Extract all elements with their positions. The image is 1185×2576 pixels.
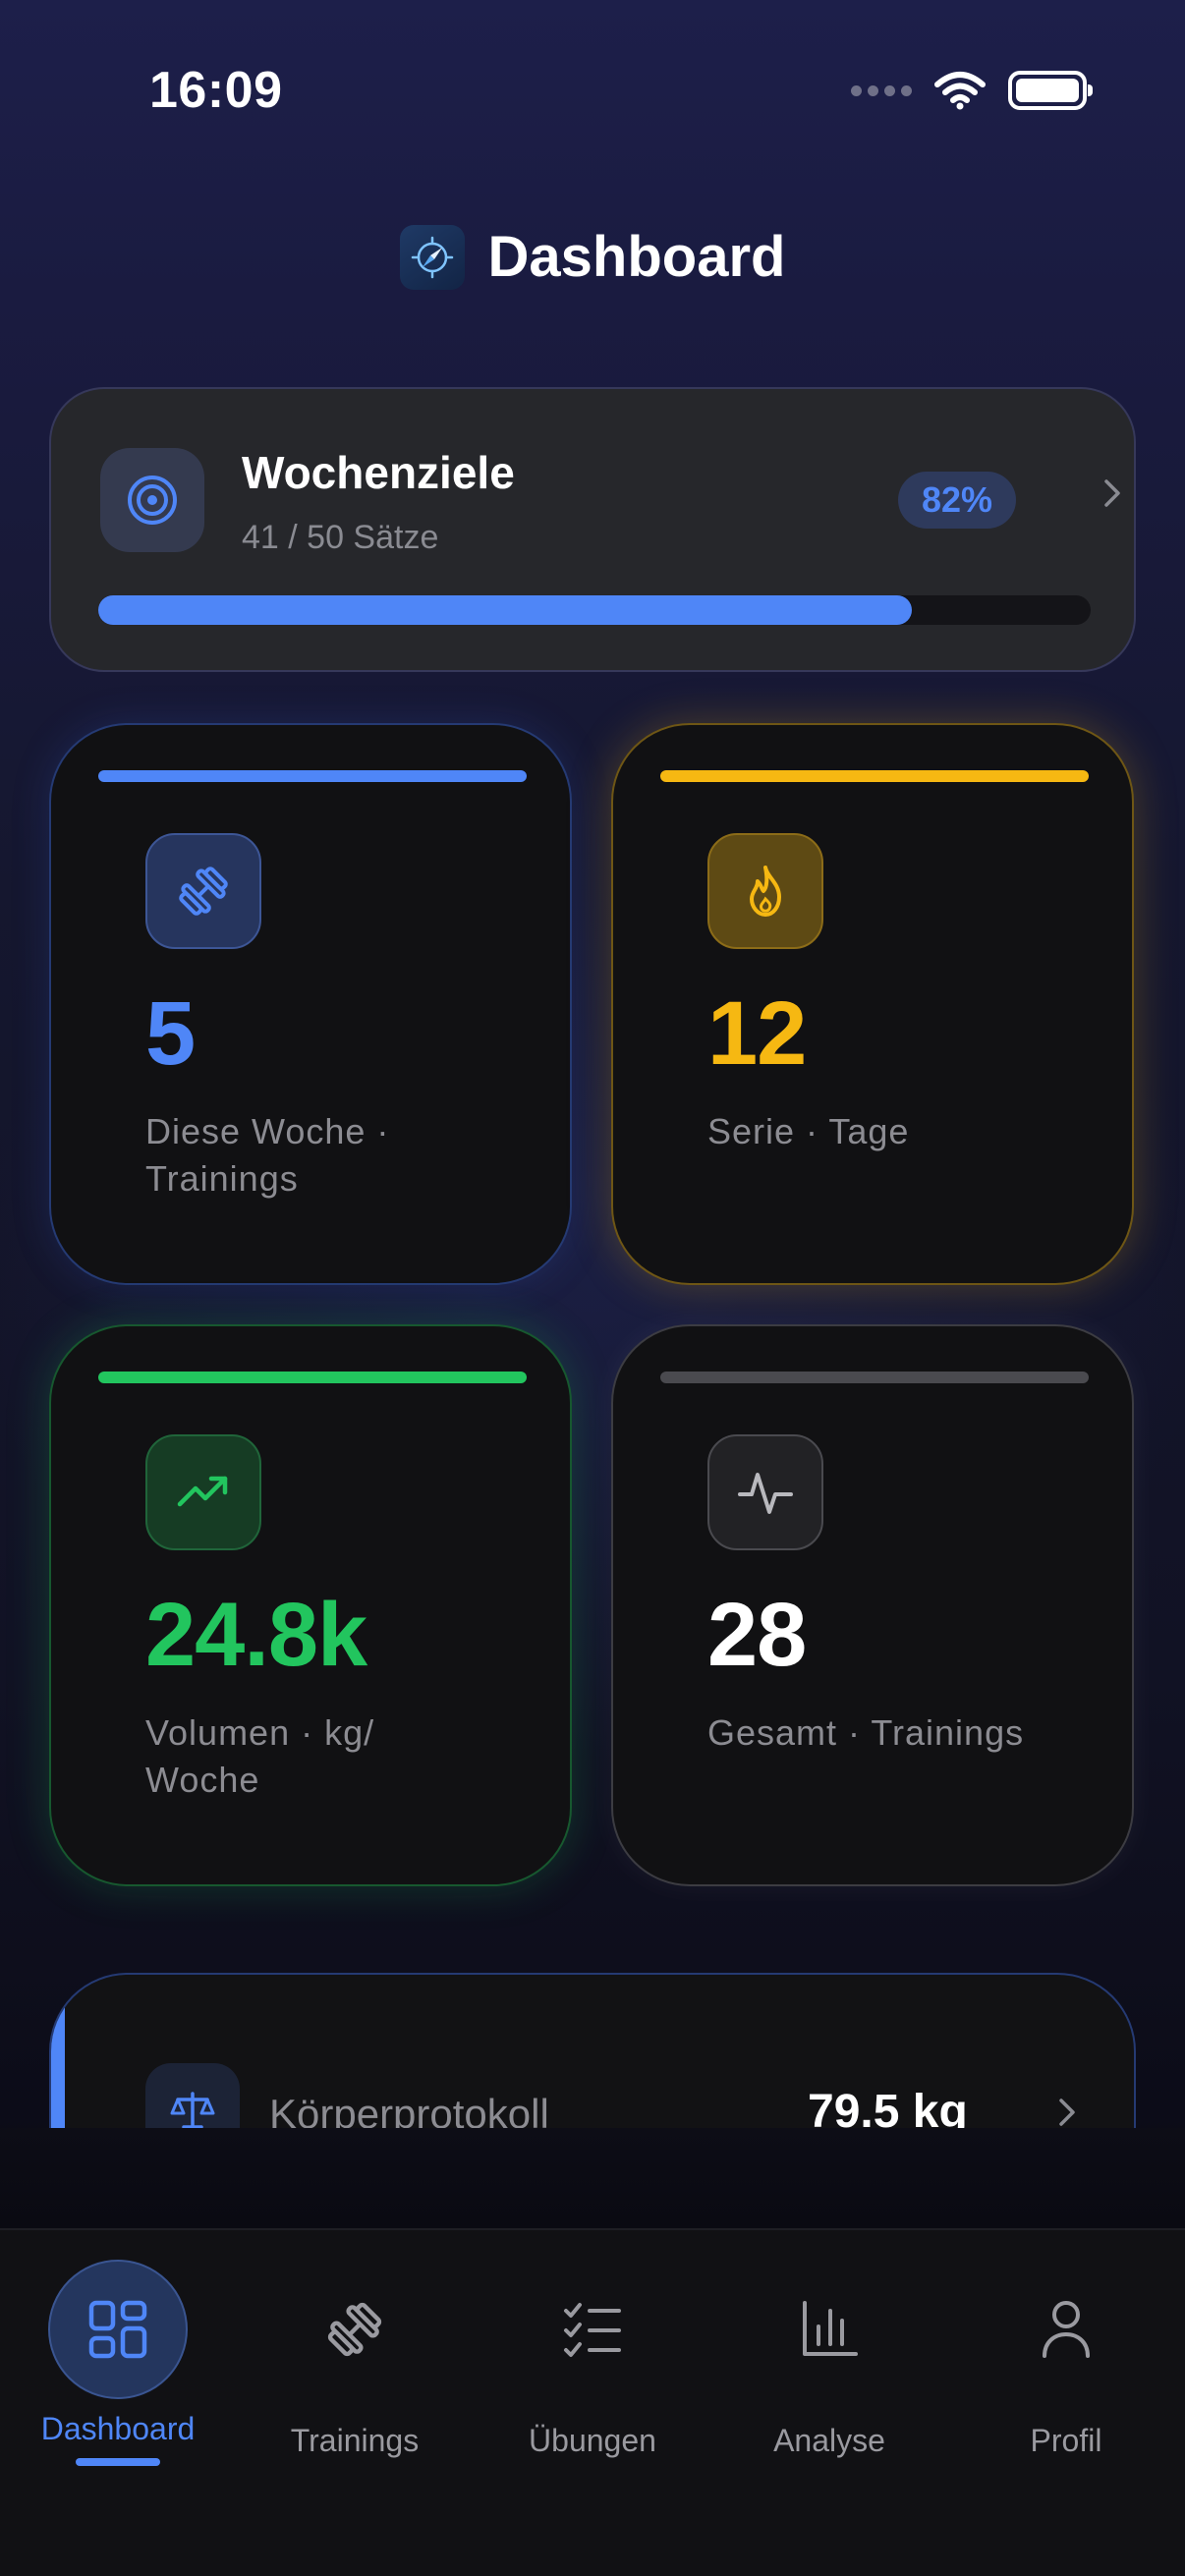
tab-label: Analyse — [773, 2423, 885, 2458]
compass-icon — [399, 224, 465, 290]
content-fade — [0, 2128, 1185, 2228]
tab-label: Profil — [1030, 2423, 1102, 2458]
body-log-label: Körperprotokoll — [269, 2091, 549, 2128]
tab-trainings[interactable]: Trainings — [237, 2230, 473, 2486]
stat-card-volume[interactable]: 24.8k Volumen · kg/ Woche — [49, 1324, 572, 1886]
weekly-goals-title: Wochenziele — [242, 447, 515, 498]
page-title: Dashboard — [487, 225, 786, 289]
weekly-goals-card[interactable]: Wochenziele 41 / 50 Sätze 82% — [49, 387, 1136, 672]
tab-label: Dashboard — [40, 2411, 196, 2446]
weekly-goals-progress-fill — [98, 595, 913, 625]
body-log-card[interactable]: Körperprotokoll 79.5 kg — [49, 1973, 1136, 2128]
status-icons — [851, 71, 1093, 110]
page-header: Dashboard — [0, 224, 1185, 290]
stat-value: 24.8k — [145, 1585, 367, 1685]
cellular-signal-icon — [851, 84, 912, 96]
target-icon — [100, 448, 204, 552]
stat-accent-bar — [660, 770, 1089, 782]
dumbbell-icon — [145, 833, 261, 949]
dumbbell-icon — [285, 2260, 424, 2399]
stat-label: Volumen · kg/ Woche — [145, 1712, 375, 1800]
checklist-icon — [523, 2260, 662, 2399]
body-log-value: 79.5 kg — [808, 2086, 968, 2128]
tab-dashboard[interactable]: Dashboard — [0, 2230, 236, 2486]
wifi-icon — [934, 72, 986, 110]
flame-icon — [707, 833, 823, 949]
stat-label: Gesamt · Trainings — [707, 1712, 1025, 1753]
stat-label: Serie · Tage — [707, 1111, 910, 1151]
stat-accent-bar — [98, 770, 527, 782]
chevron-right-icon — [1059, 2099, 1075, 2126]
weekly-goals-subtitle: 41 / 50 Sätze — [242, 519, 439, 556]
status-time: 16:09 — [149, 62, 283, 119]
tab-label: Übungen — [529, 2423, 656, 2458]
stat-card-streak[interactable]: 12 Serie · Tage — [611, 723, 1134, 1285]
scale-icon — [145, 2063, 240, 2128]
trending-up-icon — [145, 1434, 261, 1550]
user-icon — [996, 2260, 1136, 2399]
tab-bar: Dashboard Trainings Übungen Analyse Prof… — [0, 2228, 1185, 2576]
dashboard-screen: 16:09 Dashboard Wochenziele 41 / 50 Sätz… — [0, 0, 1185, 2576]
tab-label: Trainings — [290, 2423, 420, 2458]
tab-analysis[interactable]: Analyse — [711, 2230, 947, 2486]
tab-exercises[interactable]: Übungen — [475, 2230, 710, 2486]
body-log-accent-bar — [51, 1975, 65, 2128]
scroll-content-clip: Körperprotokoll 79.5 kg — [0, 1945, 1185, 2128]
stat-label: Diese Woche · Trainings — [145, 1111, 390, 1199]
stat-card-total[interactable]: 28 Gesamt · Trainings — [611, 1324, 1134, 1886]
stat-value: 28 — [707, 1585, 807, 1685]
grid-icon — [48, 2260, 188, 2399]
activity-icon — [707, 1434, 823, 1550]
stat-value: 5 — [145, 983, 196, 1084]
stat-value: 12 — [707, 983, 807, 1084]
bar-chart-icon — [760, 2260, 899, 2399]
active-tab-indicator — [76, 2458, 160, 2466]
stat-card-this-week[interactable]: 5 Diese Woche · Trainings — [49, 723, 572, 1285]
weekly-goals-percent-badge: 82% — [898, 472, 1017, 529]
stat-accent-bar — [98, 1372, 527, 1383]
battery-icon — [1008, 71, 1093, 110]
tab-profile[interactable]: Profil — [948, 2230, 1184, 2486]
stat-accent-bar — [660, 1372, 1089, 1383]
weekly-goals-progress-bar — [98, 595, 1091, 625]
chevron-right-icon — [1104, 479, 1120, 507]
